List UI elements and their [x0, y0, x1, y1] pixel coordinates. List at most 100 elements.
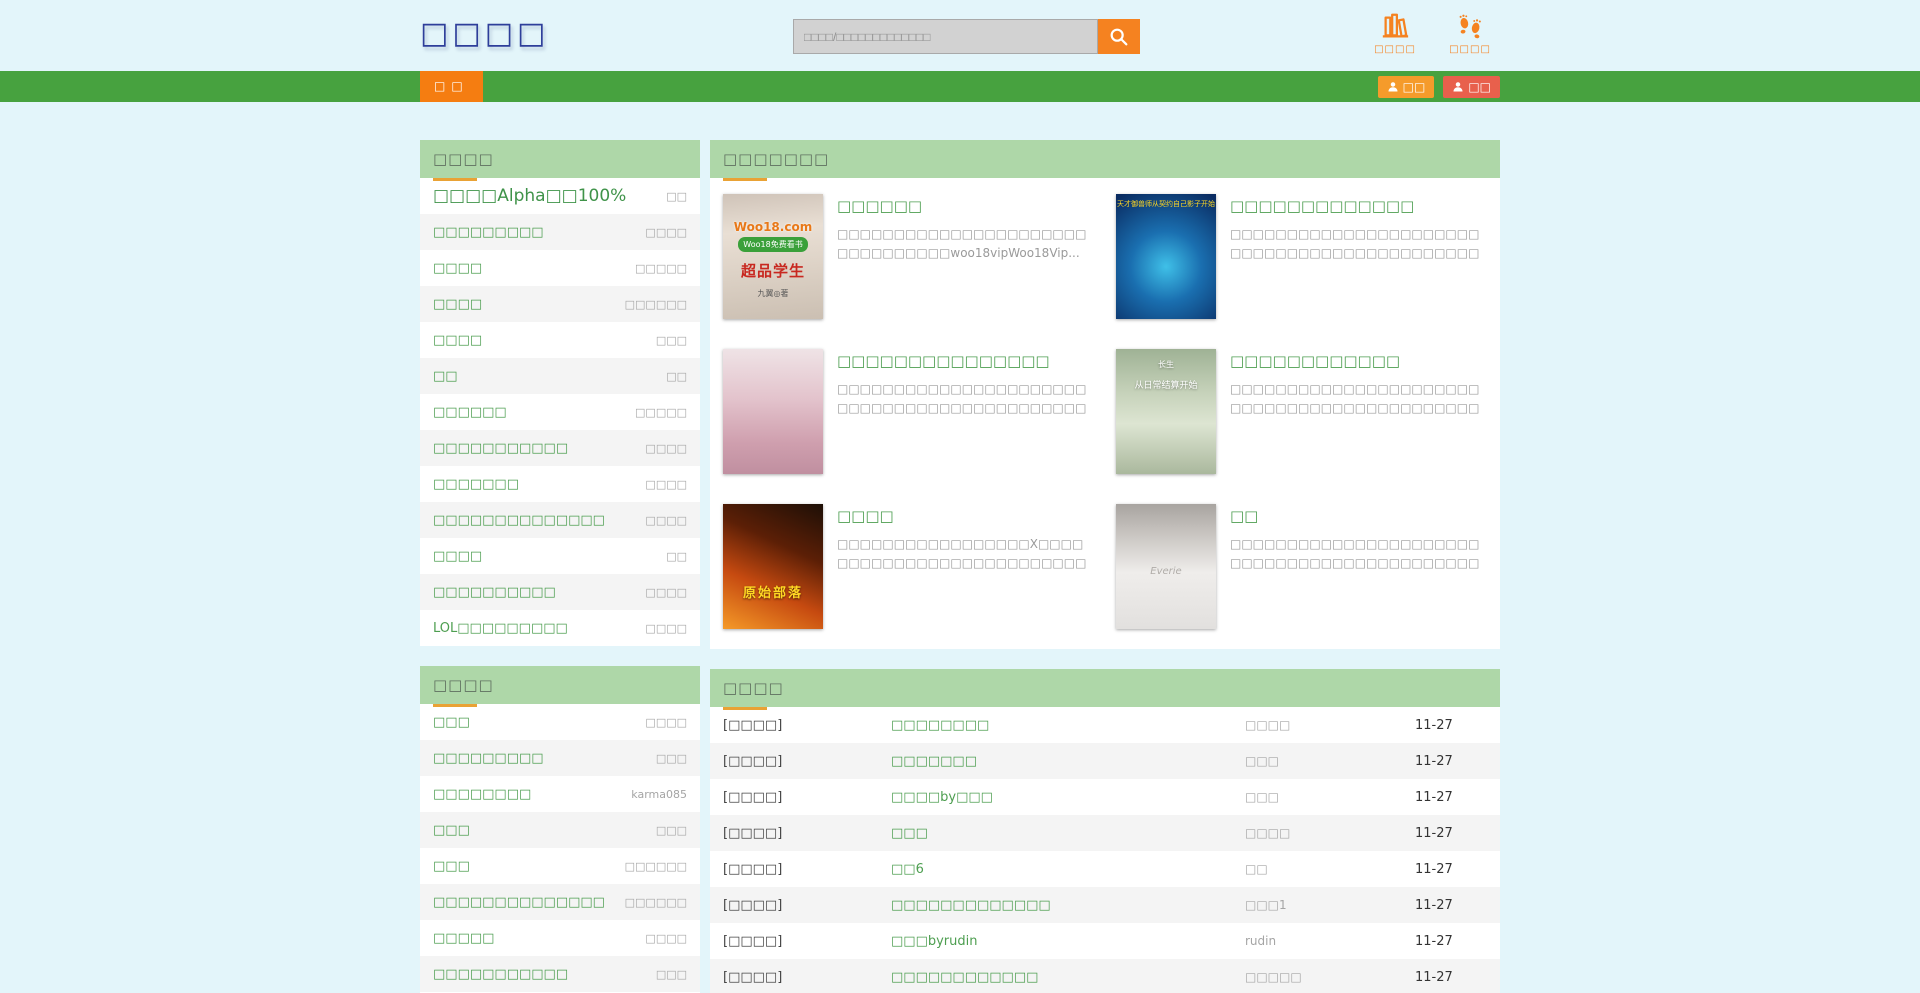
search-button[interactable] — [1098, 19, 1140, 54]
nav-item[interactable] — [527, 71, 549, 102]
completed-item[interactable]: □□□ □□□ — [420, 812, 700, 848]
book-title-link[interactable]: □□□□□□□□□□□ — [433, 441, 568, 456]
update-category[interactable]: [□□□□] — [710, 826, 891, 841]
update-category[interactable]: [□□□□] — [710, 754, 891, 769]
book-title-link[interactable]: □□□□□□□□□□□□□□□ — [837, 352, 1094, 370]
update-row[interactable]: [□□□□] □□□□□□□ □□□ 11-27 — [710, 743, 1500, 779]
ranking-item[interactable]: □□□□□□□□□ □□□□ — [420, 214, 700, 250]
completed-item[interactable]: □□□ □□□□ — [420, 704, 700, 740]
update-title-link[interactable]: □□6 — [891, 862, 1245, 877]
update-row[interactable]: [□□□□] □□□byrudin rudin 11-27 — [710, 923, 1500, 959]
update-category[interactable]: [□□□□] — [710, 790, 891, 805]
update-title-link[interactable]: □□□□by□□□ — [891, 790, 1245, 805]
completed-item[interactable]: □□□□□□□□□□□□□□ □□□□□□ — [420, 884, 700, 920]
completed-item[interactable]: □□□□□□□□□□□ □□□ — [420, 956, 700, 992]
update-title-link[interactable]: □□□ — [891, 826, 1245, 841]
book-cover[interactable]: Woo18.comWoo18免费看书超品学生九翼◎著 — [723, 194, 823, 319]
book-card[interactable]: 长生从日常结算开始 □□□□□□□□□□□□ □□□□□□□□□□□□□□□□□… — [1116, 349, 1487, 474]
book-title-link[interactable]: □□□□ — [837, 507, 1094, 525]
book-cover[interactable]: 长生从日常结算开始 — [1116, 349, 1216, 474]
nav-item[interactable] — [659, 71, 681, 102]
completed-item[interactable]: □□□□□□□□ karma085 — [420, 776, 700, 812]
book-title-link[interactable]: □□□□□□□□ — [433, 787, 531, 802]
nav-item[interactable] — [593, 71, 615, 102]
update-category[interactable]: [□□□□] — [710, 898, 891, 913]
nav-item[interactable] — [549, 71, 571, 102]
nav-item[interactable] — [615, 71, 637, 102]
update-row[interactable]: [□□□□] □□□□by□□□ □□□ 11-27 — [710, 779, 1500, 815]
book-title-link[interactable]: LOL□□□□□□□□□ — [433, 621, 568, 636]
ranking-item[interactable]: □□□□ □□□ — [420, 322, 700, 358]
update-title-link[interactable]: □□□byrudin — [891, 934, 1245, 949]
book-title-link[interactable]: □□□□□□□□□□□□ — [1230, 352, 1487, 370]
nav-item[interactable] — [505, 71, 527, 102]
book-cover[interactable]: 原始部落 — [723, 504, 823, 629]
ranking-item[interactable]: □□□□□□□□□□□ □□□□ — [420, 430, 700, 466]
ranking-item[interactable]: □□□□ □□□□□ — [420, 250, 700, 286]
book-title-link[interactable]: □□□ — [433, 715, 470, 730]
completed-item[interactable]: □□□□□ □□□□ — [420, 920, 700, 956]
book-card[interactable]: Everie □□ □□□□□□□□□□□□□□□□□□□□□□□□□□□□□□… — [1116, 504, 1487, 629]
bookshelf-link[interactable]: □□□□ — [1365, 11, 1425, 55]
book-title-link[interactable]: □□□ — [433, 859, 470, 874]
update-title-link[interactable]: □□□□□□□□□□□□ — [891, 970, 1245, 985]
completed-item[interactable]: □□□□□□□□□ □□□ — [420, 740, 700, 776]
book-title-link[interactable]: □□□□Alpha□□100% — [433, 186, 626, 206]
book-card[interactable]: Woo18.comWoo18免费看书超品学生九翼◎著 □□□□□□ □□□□□□… — [723, 194, 1094, 319]
site-logo[interactable]: □□□□ — [420, 16, 549, 51]
book-title-link[interactable]: □□ — [1230, 507, 1487, 525]
update-category[interactable]: [□□□□] — [710, 970, 891, 985]
nav-item[interactable] — [483, 71, 505, 102]
login-button[interactable]: □□ — [1443, 76, 1500, 98]
register-button[interactable]: □□ — [1378, 76, 1435, 98]
ranking-item[interactable]: □□□□□□□ □□□□ — [420, 466, 700, 502]
book-title-link[interactable]: □□□□□□□□□□□□□□ — [433, 513, 605, 528]
update-title-link[interactable]: □□□□□□□ — [891, 754, 1245, 769]
update-category[interactable]: [□□□□] — [710, 862, 891, 877]
book-title-link[interactable]: □□□□ — [433, 297, 482, 312]
update-title-link[interactable]: □□□□□□□□□□□□□ — [891, 898, 1245, 913]
book-title-link[interactable]: □□□□□□□□□□ — [433, 585, 556, 600]
book-title-link[interactable]: □□□□□□□□□ — [433, 751, 544, 766]
book-title-link[interactable]: □□□□□□ — [433, 405, 507, 420]
book-card[interactable]: 天才御兽师从契约自己影子开始 □□□□□□□□□□□□□ □□□□□□□□□□□… — [1116, 194, 1487, 319]
update-row[interactable]: [□□□□] □□□ □□□□ 11-27 — [710, 815, 1500, 851]
ranking-item[interactable]: □□□□Alpha□□100% □□ — [420, 178, 700, 214]
book-title-link[interactable]: □□□□□□□□□ — [433, 225, 544, 240]
ranking-item[interactable]: □□□□□□□□□□ □□□□ — [420, 574, 700, 610]
book-card[interactable]: 原始部落 □□□□ □□□□□□□□□□□□□□□□□X□□□□□□□□□□□□… — [723, 504, 1094, 629]
update-row[interactable]: [□□□□] □□□□□□□□ □□□□ 11-27 — [710, 707, 1500, 743]
book-title-link[interactable]: □□□□□□ — [837, 197, 1094, 215]
book-title-link[interactable]: □□□□□□□□□□□ — [433, 967, 568, 982]
update-title-link[interactable]: □□□□□□□□ — [891, 718, 1245, 733]
search-input[interactable] — [793, 19, 1098, 54]
book-title-link[interactable]: □□□□□□□□□□□□□□ — [433, 895, 605, 910]
history-link[interactable]: □□□□ — [1440, 11, 1500, 55]
book-title-link[interactable]: □□ — [433, 369, 458, 384]
book-card[interactable]: □□□□□□□□□□□□□□□ □□□□□□□□□□□□□□□□□□□□□□□□… — [723, 349, 1094, 474]
nav-item[interactable] — [571, 71, 593, 102]
update-row[interactable]: [□□□□] □□□□□□□□□□□□ □□□□□ 11-27 — [710, 959, 1500, 993]
book-cover[interactable] — [723, 349, 823, 474]
update-row[interactable]: [□□□□] □□6 □□ 11-27 — [710, 851, 1500, 887]
update-category[interactable]: [□□□□] — [710, 934, 891, 949]
book-cover[interactable]: 天才御兽师从契约自己影子开始 — [1116, 194, 1216, 319]
ranking-item[interactable]: □□□□□□□□□□□□□□ □□□□ — [420, 502, 700, 538]
ranking-item[interactable]: LOL□□□□□□□□□ □□□□ — [420, 610, 700, 646]
update-row[interactable]: [□□□□] □□□□□□□□□□□□□ □□□1 11-27 — [710, 887, 1500, 923]
ranking-item[interactable]: □□□□ □□ — [420, 538, 700, 574]
book-title-link[interactable]: □□□□ — [433, 333, 482, 348]
book-title-link[interactable]: □□□□ — [433, 549, 482, 564]
nav-item[interactable] — [637, 71, 659, 102]
book-title-link[interactable]: □□□ — [433, 823, 470, 838]
book-cover[interactable]: Everie — [1116, 504, 1216, 629]
nav-item-home[interactable]: □□ — [420, 71, 483, 102]
update-category[interactable]: [□□□□] — [710, 718, 891, 733]
book-title-link[interactable]: □□□□□□□□□□□□□ — [1230, 197, 1487, 215]
ranking-item[interactable]: □□□□□□ □□□□□ — [420, 394, 700, 430]
ranking-item[interactable]: □□□□ □□□□□□ — [420, 286, 700, 322]
ranking-item[interactable]: □□ □□ — [420, 358, 700, 394]
completed-item[interactable]: □□□ □□□□□□ — [420, 848, 700, 884]
book-title-link[interactable]: □□□□□□□ — [433, 477, 519, 492]
book-title-link[interactable]: □□□□ — [433, 261, 482, 276]
